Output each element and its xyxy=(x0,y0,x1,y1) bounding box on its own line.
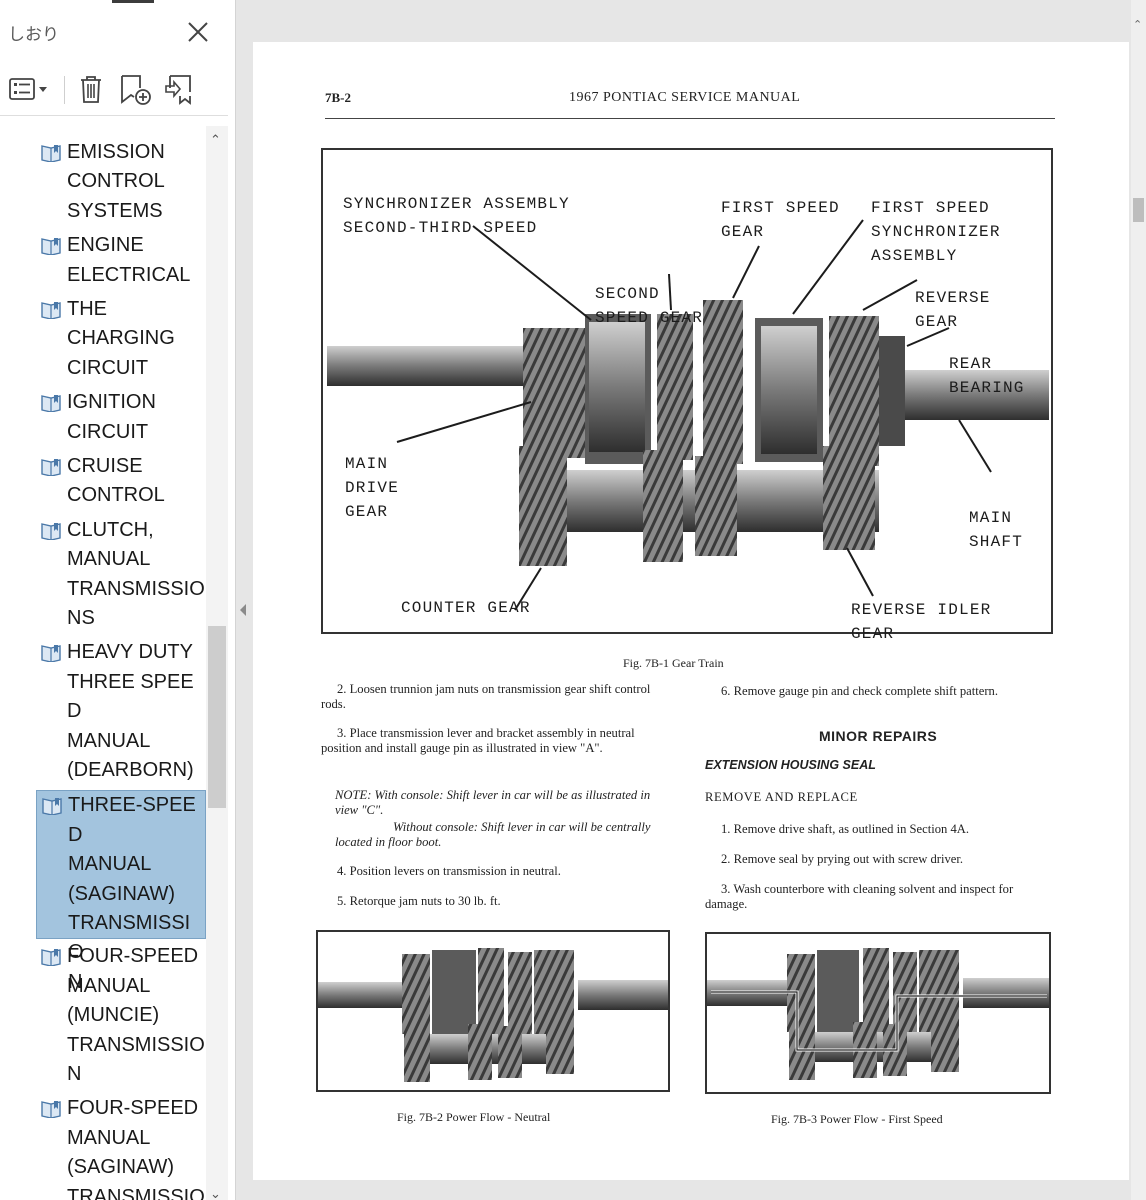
remove-and-replace-heading: REMOVE AND REPLACE xyxy=(705,790,858,804)
step-4-text: 4. Position levers on transmission in ne… xyxy=(337,864,561,878)
repair-step-3-text: 3. Wash counterbore with cleaning solven… xyxy=(705,882,1014,911)
step-3-text: 3. Place transmission lever and bracket … xyxy=(321,726,635,755)
bookmark-page-icon xyxy=(41,145,61,162)
section-heading-minor-repairs: MINOR REPAIRS xyxy=(819,728,938,744)
bookmark-tree: EMISSION CONTROL SYSTEMS ENGINE ELECTRICA… xyxy=(0,126,206,1200)
bookmark-page-icon xyxy=(41,949,61,967)
expand-bookmark-button[interactable] xyxy=(162,72,198,106)
collapse-left-icon xyxy=(240,604,246,616)
bookmark-item[interactable]: CLUTCH, MANUAL TRANSMISSIO NS xyxy=(36,516,206,636)
label-synchronizer-2-3: SYNCHRONIZER ASSEMBLY SECOND-THIRD SPEED xyxy=(343,195,570,237)
list-options-icon xyxy=(9,78,47,100)
note-without-console: Without console: Shift lever in car will… xyxy=(335,820,651,849)
figure-power-flow-neutral xyxy=(316,930,670,1092)
note-with-console: NOTE: With console: Shift lever in car w… xyxy=(335,788,651,817)
bookmark-item[interactable]: FOUR-SPEED MANUAL (SAGINAW) TRANSMISSIO xyxy=(36,1094,206,1200)
repair-step-1-text: 1. Remove drive shaft, as outlined in Se… xyxy=(721,822,969,836)
label-rear-bearing: REAR BEARING xyxy=(949,355,1025,397)
bookmark-item[interactable]: EMISSION CONTROL SYSTEMS xyxy=(36,138,206,228)
panel-collapse-handle[interactable] xyxy=(238,600,248,620)
label-first-speed-synchronizer: FIRST SPEED SYNCHRONIZER ASSEMBLY xyxy=(871,199,1001,265)
bookmark-page-icon xyxy=(41,645,61,663)
step-6-text: 6. Remove gauge pin and check complete s… xyxy=(721,684,998,698)
close-panel-button[interactable] xyxy=(184,18,212,46)
bookmark-item[interactable]: FOUR-SPEED MANUAL (MUNCIE) TRANSMISSIO N xyxy=(36,942,206,1091)
bookmark-label: HEAVY DUTY THREE SPEED MANUAL (DEARBORN)… xyxy=(67,641,205,810)
label-counter-gear: COUNTER GEAR xyxy=(401,599,531,617)
figure-power-flow-first-speed xyxy=(705,932,1051,1094)
subheading-extension-housing-seal: EXTENSION HOUSING SEAL xyxy=(705,758,876,772)
bookmark-label: CRUISE CONTROL xyxy=(67,455,165,507)
add-bookmark-button[interactable] xyxy=(118,72,154,106)
bookmark-item[interactable]: ENGINE ELECTRICAL xyxy=(36,231,206,292)
step-2-text: 2. Loosen trunnion jam nuts on transmiss… xyxy=(321,682,651,711)
power-flow-first-speed-illustration xyxy=(707,948,1049,1080)
bookmark-item[interactable]: THE CHARGING CIRCUIT xyxy=(36,295,206,385)
bookmark-page-icon xyxy=(41,522,61,540)
options-menu-button[interactable] xyxy=(8,72,54,106)
bookmark-label: EMISSION CONTROL SYSTEMS xyxy=(67,141,165,222)
page-header: 1967 PONTIAC SERVICE MANUAL xyxy=(569,90,801,105)
label-main-drive-gear: MAIN DRIVE GEAR xyxy=(345,455,400,521)
bookmark-item[interactable]: THREE-SPEED MANUAL (SAGINAW) TRANSMISSIO… xyxy=(36,790,206,993)
bookmark-panel: しおり EMISSION CONTROL SYSTEMS ENGINE ELEC… xyxy=(0,0,236,1200)
bookmark-expand-icon xyxy=(165,75,191,105)
repair-step-2-text: 2. Remove seal by prying out with screw … xyxy=(721,852,964,866)
step-5-text: 5. Retorque jam nuts to 30 lb. ft. xyxy=(337,894,501,908)
power-flow-neutral-illustration xyxy=(318,948,668,1082)
bookmark-label: ENGINE ELECTRICAL xyxy=(67,234,191,286)
bookmark-page-icon xyxy=(41,395,61,413)
bookmark-page-icon xyxy=(41,1101,61,1119)
panel-scrollbar[interactable]: ⌃ ⌄ xyxy=(206,126,228,1200)
panel-title: しおり xyxy=(8,25,59,44)
bookmark-label: FOUR-SPEED MANUAL (MUNCIE) TRANSMISSIO N xyxy=(67,945,205,1086)
bookmark-label: IGNITION CIRCUIT xyxy=(67,391,156,443)
delete-bookmark-button[interactable] xyxy=(74,72,108,106)
bookmark-label: FOUR-SPEED MANUAL (SAGINAW) TRANSMISSIO xyxy=(67,1097,205,1200)
toolbar-separator xyxy=(64,76,65,104)
bookmark-page-icon xyxy=(41,238,61,256)
figure-7b3-caption: Fig. 7B-3 Power Flow - First Speed xyxy=(771,1112,943,1126)
bookmark-item[interactable]: IGNITION CIRCUIT xyxy=(36,388,206,449)
bookmark-page-icon xyxy=(41,302,61,319)
bookmark-page-icon xyxy=(42,798,62,816)
scroll-down-arrow-icon[interactable]: ⌄ xyxy=(210,1186,221,1200)
bookmark-item[interactable]: HEAVY DUTY THREE SPEED MANUAL (DEARBORN)… xyxy=(36,638,206,810)
bookmark-toolbar xyxy=(0,64,228,116)
bookmark-label: THE CHARGING CIRCUIT xyxy=(67,298,175,379)
label-first-speed-gear: FIRST SPEED GEAR xyxy=(721,199,840,241)
active-tab-indicator xyxy=(112,0,154,3)
figure-7b2-caption: Fig. 7B-2 Power Flow - Neutral xyxy=(397,1110,551,1124)
bookmark-page-icon xyxy=(41,459,61,476)
bookmark-add-icon xyxy=(121,75,151,105)
label-main-shaft: MAIN SHAFT xyxy=(969,509,1024,551)
panel-scroll-thumb[interactable] xyxy=(208,626,226,808)
figure-7b1-caption: Fig. 7B-1 Gear Train xyxy=(623,656,724,670)
bookmark-label: CLUTCH, MANUAL TRANSMISSIO NS xyxy=(67,518,205,630)
label-second-speed-gear: SECOND SPEED GEAR xyxy=(595,285,704,327)
document-page: 7B-2 1967 PONTIAC SERVICE MANUAL SYNCHRO… xyxy=(253,42,1129,1180)
bookmark-item[interactable]: CRUISE CONTROL xyxy=(36,452,206,513)
scroll-up-arrow-icon[interactable]: ⌃ xyxy=(1133,18,1142,31)
figure-gear-train: SYNCHRONIZER ASSEMBLY SECOND-THIRD SPEED… xyxy=(321,148,1053,643)
header-rule xyxy=(325,118,1055,119)
document-scrollbar[interactable]: ⌃ xyxy=(1131,0,1146,1200)
close-icon xyxy=(188,22,208,42)
scroll-up-arrow-icon[interactable]: ⌃ xyxy=(210,132,221,148)
label-reverse-gear: REVERSE GEAR xyxy=(915,289,991,331)
document-scroll-thumb[interactable] xyxy=(1133,198,1144,222)
page-number: 7B-2 xyxy=(325,90,351,105)
trash-icon xyxy=(81,76,101,103)
label-reverse-idler-gear: REVERSE IDLER GEAR xyxy=(851,601,992,643)
